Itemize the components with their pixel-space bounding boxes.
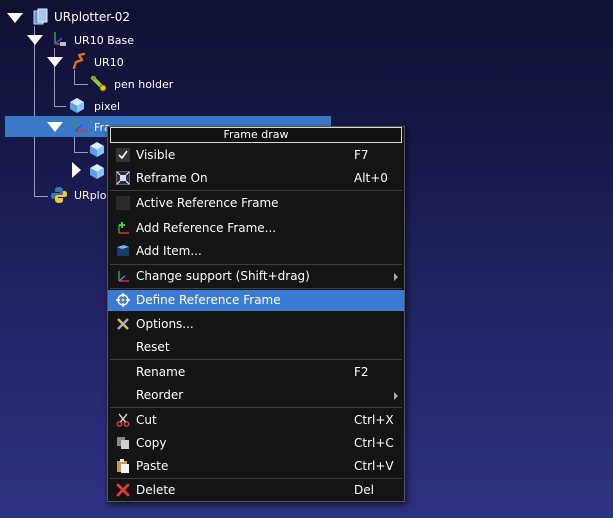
menu-item-label: Add Item... bbox=[136, 244, 202, 258]
reference-frame-icon bbox=[50, 30, 68, 48]
expand-toggle-base[interactable] bbox=[27, 35, 43, 45]
menu-item-label: Options... bbox=[136, 317, 194, 331]
expand-toggle-child[interactable] bbox=[72, 162, 81, 178]
delete-icon bbox=[116, 483, 130, 497]
menu-item-visible[interactable]: Visible F7 bbox=[108, 145, 404, 166]
add-item-icon bbox=[116, 244, 130, 258]
check-icon bbox=[116, 148, 130, 162]
menu-item-label: Copy bbox=[136, 436, 167, 450]
menu-item-label: Active Reference Frame bbox=[136, 196, 279, 210]
menu-item-label: Reorder bbox=[136, 388, 184, 402]
menu-item-delete[interactable]: Delete Del bbox=[108, 480, 404, 501]
tree-item-robot[interactable]: UR10 bbox=[94, 56, 124, 69]
object-icon bbox=[88, 140, 106, 158]
axes-icon bbox=[116, 269, 130, 283]
menu-item-label: Rename bbox=[136, 365, 186, 379]
menu-item-reframe-on[interactable]: Reframe On Alt+0 bbox=[108, 168, 404, 189]
menu-item-label: Reset bbox=[136, 340, 170, 354]
menu-item-paste[interactable]: Paste Ctrl+V bbox=[108, 456, 404, 477]
station-icon bbox=[32, 8, 50, 26]
python-icon bbox=[50, 186, 68, 204]
menu-item-label: Change support (Shift+drag) bbox=[136, 269, 310, 283]
menu-title: Frame draw bbox=[110, 127, 402, 143]
context-menu: Frame draw Visible F7 Reframe On Alt+0 A… bbox=[107, 126, 405, 502]
menu-item-change-support[interactable]: Change support (Shift+drag) bbox=[108, 266, 404, 287]
paste-icon bbox=[116, 459, 130, 473]
menu-item-label: Add Reference Frame... bbox=[136, 221, 277, 235]
menu-item-label: Delete bbox=[136, 483, 176, 497]
menu-item-label: Visible bbox=[136, 148, 176, 162]
submenu-arrow-icon bbox=[394, 273, 398, 281]
menu-separator bbox=[110, 264, 402, 265]
menu-separator bbox=[110, 359, 402, 360]
menu-item-shortcut: Ctrl+C bbox=[354, 436, 394, 450]
add-frame-icon bbox=[116, 221, 130, 235]
frame-icon bbox=[70, 117, 88, 135]
checkbox-icon bbox=[116, 196, 130, 210]
tree-item-object[interactable]: pixel bbox=[94, 100, 120, 113]
submenu-arrow-icon bbox=[394, 392, 398, 400]
menu-separator bbox=[110, 407, 402, 408]
tools-icon bbox=[116, 317, 130, 331]
expand-toggle-frame[interactable] bbox=[47, 122, 63, 132]
menu-item-add-item[interactable]: Add Item... bbox=[108, 241, 404, 262]
scissors-icon bbox=[116, 413, 130, 427]
menu-item-shortcut: F2 bbox=[354, 365, 369, 379]
menu-item-shortcut: Del bbox=[354, 483, 374, 497]
menu-separator bbox=[110, 288, 402, 289]
expand-toggle-station[interactable] bbox=[7, 13, 23, 23]
menu-item-reset[interactable]: Reset bbox=[108, 337, 404, 358]
menu-item-reorder[interactable]: Reorder bbox=[108, 385, 404, 406]
menu-item-label: Reframe On bbox=[136, 171, 208, 185]
menu-separator bbox=[110, 478, 402, 479]
tree-item-tool[interactable]: pen holder bbox=[114, 78, 173, 91]
menu-item-label: Cut bbox=[136, 413, 157, 427]
menu-item-shortcut: Alt+0 bbox=[354, 171, 388, 185]
copy-icon bbox=[116, 436, 130, 450]
menu-separator bbox=[110, 190, 402, 191]
menu-item-options[interactable]: Options... bbox=[108, 314, 404, 335]
expand-toggle-robot[interactable] bbox=[47, 57, 63, 67]
menu-item-copy[interactable]: Copy Ctrl+C bbox=[108, 433, 404, 454]
reframe-icon bbox=[115, 170, 131, 186]
menu-item-shortcut: Ctrl+V bbox=[354, 459, 394, 473]
menu-item-shortcut: F7 bbox=[354, 148, 369, 162]
object-icon bbox=[68, 96, 86, 114]
menu-item-define-reference-frame[interactable]: Define Reference Frame bbox=[108, 290, 404, 311]
menu-item-active-reference-frame[interactable]: Active Reference Frame bbox=[108, 193, 404, 214]
menu-item-add-reference-frame[interactable]: Add Reference Frame... bbox=[108, 218, 404, 239]
tool-icon bbox=[90, 74, 108, 92]
menu-item-shortcut: Ctrl+X bbox=[354, 413, 394, 427]
target-icon bbox=[116, 293, 130, 307]
tree-item-station[interactable]: URplotter-02 bbox=[54, 10, 130, 24]
menu-item-label: Define Reference Frame bbox=[136, 293, 281, 307]
tree-item-base[interactable]: UR10 Base bbox=[74, 34, 134, 47]
object-icon bbox=[88, 162, 106, 180]
robot-icon bbox=[70, 52, 88, 70]
menu-item-label: Paste bbox=[136, 459, 169, 473]
menu-item-rename[interactable]: Rename F2 bbox=[108, 362, 404, 383]
menu-item-cut[interactable]: Cut Ctrl+X bbox=[108, 410, 404, 431]
